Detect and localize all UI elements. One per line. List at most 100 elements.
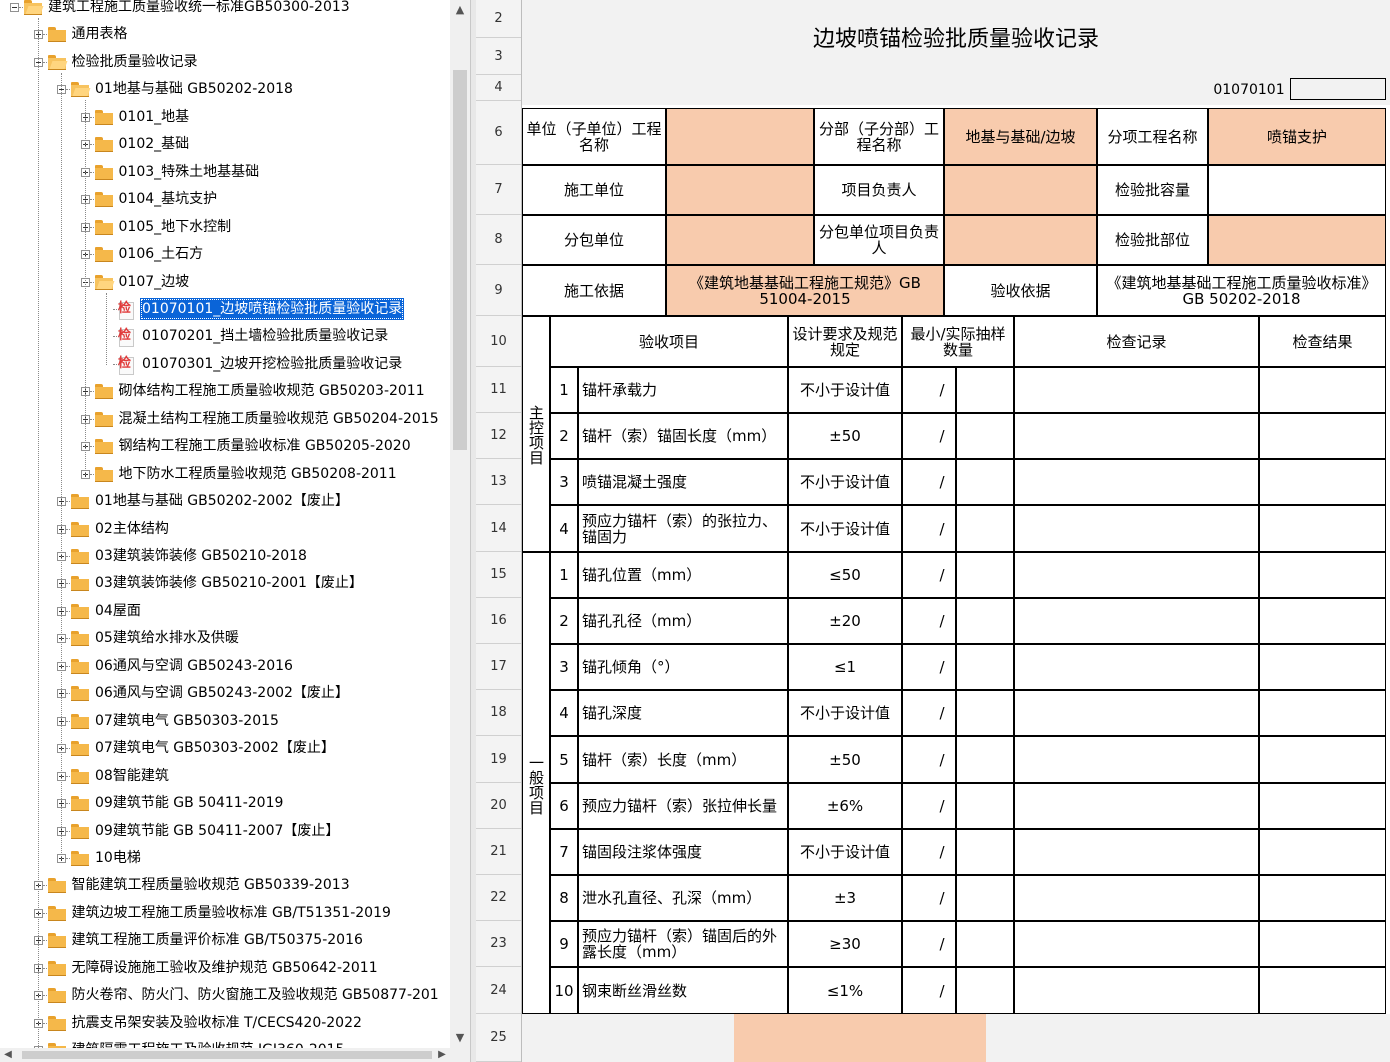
row-header[interactable]: 20 — [476, 783, 521, 829]
tree-node[interactable]: 10电梯 — [0, 847, 450, 874]
tree-node-label[interactable]: 01地基与基础 GB50202-2002【废止】 — [93, 490, 351, 512]
row-header[interactable]: 7 — [476, 165, 521, 215]
tree-node-label[interactable]: 抗震支吊架安装及验收标准 T/CECS420-2022 — [70, 1012, 364, 1034]
tree-node-label[interactable]: 0106_土石方 — [117, 243, 206, 265]
tree-node[interactable]: 0101_地基 — [0, 106, 450, 133]
tree-node[interactable]: 建筑边坡工程施工质量验收标准 GB/T51351-2019 — [0, 902, 450, 929]
tree-node[interactable]: 0106_土石方 — [0, 243, 450, 270]
project-manager-input[interactable] — [944, 165, 1097, 215]
spreadsheet[interactable]: 2 3 4 6 7 8 9 10 11 12 13 14 15 16 17 18 19 20 21 22 23 24 25 … — [476, 0, 1390, 1062]
actual-sample-input[interactable] — [956, 967, 1014, 1014]
tree-node[interactable]: 08智能建筑 — [0, 765, 450, 792]
subitem-name-value[interactable]: 喷锚支护 — [1208, 108, 1386, 165]
check-result-input[interactable] — [1259, 367, 1386, 413]
tree-node[interactable]: 01地基与基础 GB50202-2002【废止】 — [0, 490, 450, 517]
tree-node[interactable]: 09建筑节能 GB 50411-2007【废止】 — [0, 820, 450, 847]
tree-node-label[interactable]: 02主体结构 — [93, 518, 171, 540]
tree-node[interactable]: 07建筑电气 GB50303-2002【废止】 — [0, 737, 450, 764]
tree-node[interactable]: 通用表格 — [0, 23, 450, 50]
row-header[interactable]: 2 — [476, 0, 521, 38]
scroll-up-arrow-icon[interactable]: ▲ — [450, 0, 470, 20]
tree-node[interactable]: 03建筑装饰装修 GB50210-2001【废止】 — [0, 572, 450, 599]
check-result-input[interactable] — [1259, 644, 1386, 690]
actual-sample-input[interactable] — [956, 367, 1014, 413]
actual-sample-input[interactable] — [956, 413, 1014, 459]
tree-node-label[interactable]: 建筑工程施工质量评价标准 GB/T50375-2016 — [70, 929, 365, 951]
tree-node[interactable]: 03建筑装饰装修 GB50210-2018 — [0, 545, 450, 572]
tree-node[interactable]: 0107_边坡 — [0, 271, 450, 298]
check-result-input[interactable] — [1259, 875, 1386, 921]
scroll-thumb-horizontal[interactable] — [22, 1051, 432, 1059]
tree-node-label[interactable]: 03建筑装饰装修 GB50210-2018 — [93, 545, 309, 567]
check-record-input[interactable] — [1014, 967, 1259, 1014]
tree-node-label[interactable]: 防火卷帘、防火门、防火窗施工及验收规范 GB50877-201 — [70, 984, 441, 1006]
tree-node-label[interactable]: 05建筑给水排水及供暖 — [93, 627, 241, 649]
tree-node[interactable]: 检 01070201_挡土墙检验批质量验收记录 — [0, 325, 450, 352]
tree-node[interactable]: 0104_基坑支护 — [0, 188, 450, 215]
row-header[interactable]: 22 — [476, 875, 521, 921]
tree-node-label[interactable]: 09建筑节能 GB 50411-2019 — [93, 792, 285, 814]
row-header[interactable]: 25 — [476, 1014, 521, 1062]
check-result-input[interactable] — [1259, 967, 1386, 1014]
scroll-down-arrow-icon[interactable]: ▼ — [450, 1028, 470, 1048]
check-result-input[interactable] — [1259, 598, 1386, 644]
sub-pm-input[interactable] — [944, 215, 1097, 265]
check-record-input[interactable] — [1014, 783, 1259, 829]
tree-node-label[interactable]: 智能建筑工程质量验收规范 GB50339-2013 — [70, 874, 352, 896]
actual-sample-input[interactable] — [956, 921, 1014, 967]
check-record-input[interactable] — [1014, 921, 1259, 967]
scroll-thumb[interactable] — [453, 70, 467, 450]
row-header[interactable]: 6 — [476, 101, 521, 165]
tree-vertical-scrollbar[interactable]: ▲ ▼ — [450, 0, 470, 1048]
division-name-value[interactable]: 地基与基础/边坡 — [944, 108, 1097, 165]
tree-node-label[interactable]: 08智能建筑 — [93, 765, 171, 787]
tree-node[interactable]: 地下防水工程质量验收规范 GB50208-2011 — [0, 463, 450, 490]
tree-node[interactable]: 检验批质量验收记录 — [0, 51, 450, 78]
row-header[interactable]: 12 — [476, 413, 521, 459]
tree-node[interactable]: 05建筑给水排水及供暖 — [0, 627, 450, 654]
row-header[interactable]: 14 — [476, 505, 521, 552]
row-header[interactable]: 8 — [476, 215, 521, 265]
tree-node[interactable]: 检 01070101_边坡喷锚检验批质量验收记录 — [0, 297, 450, 325]
tree-node[interactable]: 04屋面 — [0, 600, 450, 627]
tree-node[interactable]: 钢结构工程施工质量验收标准 GB50205-2020 — [0, 435, 450, 462]
tree-node-label[interactable]: 砌体结构工程施工质量验收规范 GB50203-2011 — [117, 380, 427, 402]
tree-node-label[interactable]: 检验批质量验收记录 — [70, 51, 200, 73]
tree-node[interactable]: 06通风与空调 GB50243-2016 — [0, 655, 450, 682]
actual-sample-input[interactable] — [956, 505, 1014, 552]
actual-sample-input[interactable] — [956, 598, 1014, 644]
tree-node-label[interactable]: 0103_特殊土地基基础 — [117, 161, 262, 183]
tree-node-label[interactable]: 06通风与空调 GB50243-2016 — [93, 655, 295, 677]
tree-node[interactable]: 建筑隔震工程施工及验收规范 JGJ360-2015 — [0, 1039, 450, 1048]
tree-node-label[interactable]: 09建筑节能 GB 50411-2007【废止】 — [93, 820, 341, 842]
tree-node[interactable]: 0102_基础 — [0, 133, 450, 160]
tree-node-label[interactable]: 建筑隔震工程施工及验收规范 JGJ360-2015 — [70, 1039, 347, 1048]
actual-sample-input[interactable] — [956, 783, 1014, 829]
actual-sample-input[interactable] — [956, 459, 1014, 505]
check-result-input[interactable] — [1259, 552, 1386, 598]
check-record-input[interactable] — [1014, 875, 1259, 921]
tree-node-label[interactable]: 通用表格 — [70, 23, 130, 45]
tree-node-label[interactable]: 01070301_边坡开挖检验批质量验收记录 — [140, 353, 404, 375]
tree-view[interactable]: 建筑工程施工质量验收统一标准GB50300-2013 通用表格 检验批质量验收记录 0… — [0, 0, 450, 1048]
tree-node-label-selected[interactable]: 01070101_边坡喷锚检验批质量验收记录 — [140, 297, 405, 320]
check-record-input[interactable] — [1014, 552, 1259, 598]
tree-node-label[interactable]: 10电梯 — [93, 847, 143, 869]
tree-node-label[interactable]: 地下防水工程质量验收规范 GB50208-2011 — [117, 463, 399, 485]
tree-node[interactable]: 智能建筑工程质量验收规范 GB50339-2013 — [0, 874, 450, 901]
tree-horizontal-scrollbar[interactable]: ◀ ▶ — [0, 1048, 470, 1062]
row-header[interactable]: 10 — [476, 316, 521, 367]
actual-sample-input[interactable] — [956, 690, 1014, 736]
row-header[interactable]: 16 — [476, 598, 521, 644]
check-result-input[interactable] — [1259, 505, 1386, 552]
tree-node-label[interactable]: 0107_边坡 — [117, 271, 192, 293]
row-header[interactable]: 24 — [476, 967, 521, 1014]
tree-node[interactable]: 06通风与空调 GB50243-2002【废止】 — [0, 682, 450, 709]
row-header[interactable]: 21 — [476, 829, 521, 875]
tree-node-label[interactable]: 07建筑电气 GB50303-2015 — [93, 710, 281, 732]
tree-node-label[interactable]: 混凝土结构工程施工质量验收规范 GB50204-2015 — [117, 408, 441, 430]
row-header[interactable]: 15 — [476, 552, 521, 598]
tree-node[interactable]: 防火卷帘、防火门、防火窗施工及验收规范 GB50877-201 — [0, 984, 450, 1011]
unit-name-input[interactable] — [666, 108, 814, 165]
code-input-cell[interactable] — [1290, 78, 1386, 100]
